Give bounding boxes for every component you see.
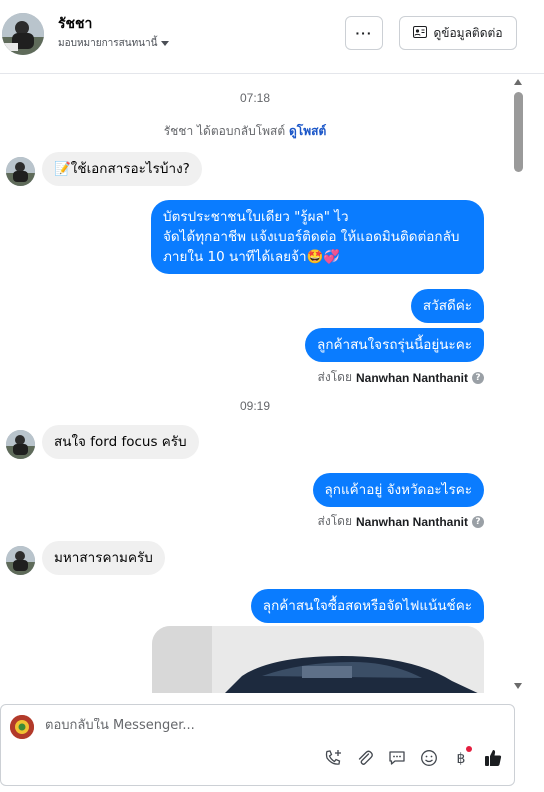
caret-down-icon: [161, 41, 170, 46]
sender-name: Nanwhan Nanthanit: [355, 370, 468, 385]
system-message-text: รัชชา ได้ตอบกลับโพสต์: [163, 124, 286, 138]
emoji-icon[interactable]: [418, 747, 440, 769]
paperclip-icon[interactable]: [354, 747, 376, 769]
help-icon[interactable]: ?: [472, 515, 484, 528]
sent-by-label: ส่งโดย Nanwhan Nanthanit ?: [318, 368, 484, 387]
baht-payment-icon[interactable]: ฿: [450, 746, 472, 769]
outgoing-message: สวัสดีค่ะ: [410, 289, 484, 323]
scroll-up-arrow-icon[interactable]: [514, 79, 522, 85]
notification-dot: [466, 746, 472, 752]
sent-by-prefix: ส่งโดย: [317, 370, 352, 384]
composer-toolbar: ฿: [322, 746, 504, 769]
outgoing-message: ลูกค้าสนใจรถรุ่นนี้อยู่นะคะ: [305, 328, 484, 362]
sender-name: Nanwhan Nanthanit: [355, 514, 468, 529]
saved-reply-icon[interactable]: [386, 747, 408, 769]
contact-avatar-small: [6, 157, 35, 186]
outgoing-message: บัตรประชาชนใบเดียว "รู้ผล" ไว จัดได้ทุกอ…: [151, 200, 484, 274]
scroll-down-arrow-icon[interactable]: [514, 683, 522, 689]
contact-avatar-small: [6, 430, 35, 459]
conversation-header: รัชชา มอบหมายการสนทนานี้ ··· ดูข้อมูลติด…: [0, 0, 544, 74]
message-thread: 07:18 รัชชา ได้ตอบกลับโพสต์ ดูโพสต์ 📝ใช้…: [0, 75, 526, 693]
outgoing-message: ลุกแค้าอยู่ จังหวัดอะไรคะ: [312, 473, 484, 507]
incoming-message: สนใจ ford focus ครับ: [42, 425, 199, 459]
phone-plus-icon[interactable]: [322, 747, 344, 769]
contact-info-label: ดูข้อมูลติดต่อ: [433, 25, 503, 40]
sent-by-prefix: ส่งโดย: [317, 514, 352, 528]
timestamp: 09:19: [239, 399, 271, 413]
help-icon[interactable]: ?: [472, 371, 484, 384]
assign-label: มอบหมายการสนทนานี้: [58, 38, 158, 49]
message-composer: ฿: [0, 704, 515, 786]
sent-by-label: ส่งโดย Nanwhan Nanthanit ?: [318, 512, 484, 531]
contact-avatar[interactable]: [2, 13, 44, 55]
incoming-message: มหาสารคามครับ: [42, 541, 165, 575]
contact-card-icon: [413, 25, 428, 41]
contact-name: รัชชา: [58, 16, 93, 32]
contact-avatar-small: [6, 546, 35, 575]
scrollbar-thumb[interactable]: [514, 92, 523, 172]
svg-text:฿: ฿: [457, 751, 466, 767]
outgoing-message: ลุกค้าสนใจซื้อสดหรือจัดไฟแน้นช์คะ: [250, 589, 484, 623]
reply-input[interactable]: [45, 718, 485, 733]
view-post-link[interactable]: ดูโพสต์: [289, 124, 326, 138]
system-message: รัชชา ได้ตอบกลับโพสต์ ดูโพสต์: [0, 122, 490, 141]
car-photo-attachment[interactable]: [152, 626, 484, 693]
assign-conversation-dropdown[interactable]: มอบหมายการสนทนานี้: [58, 36, 170, 51]
more-options-button[interactable]: ···: [345, 16, 383, 50]
timestamp: 07:18: [239, 91, 271, 105]
view-contact-info-button[interactable]: ดูข้อมูลติดต่อ: [399, 16, 517, 50]
incoming-message: 📝ใช้เอกสารอะไรบ้าง?: [42, 152, 202, 186]
thumbs-up-icon[interactable]: [482, 747, 504, 769]
more-label: ···: [355, 25, 373, 41]
page-avatar: [10, 715, 34, 739]
